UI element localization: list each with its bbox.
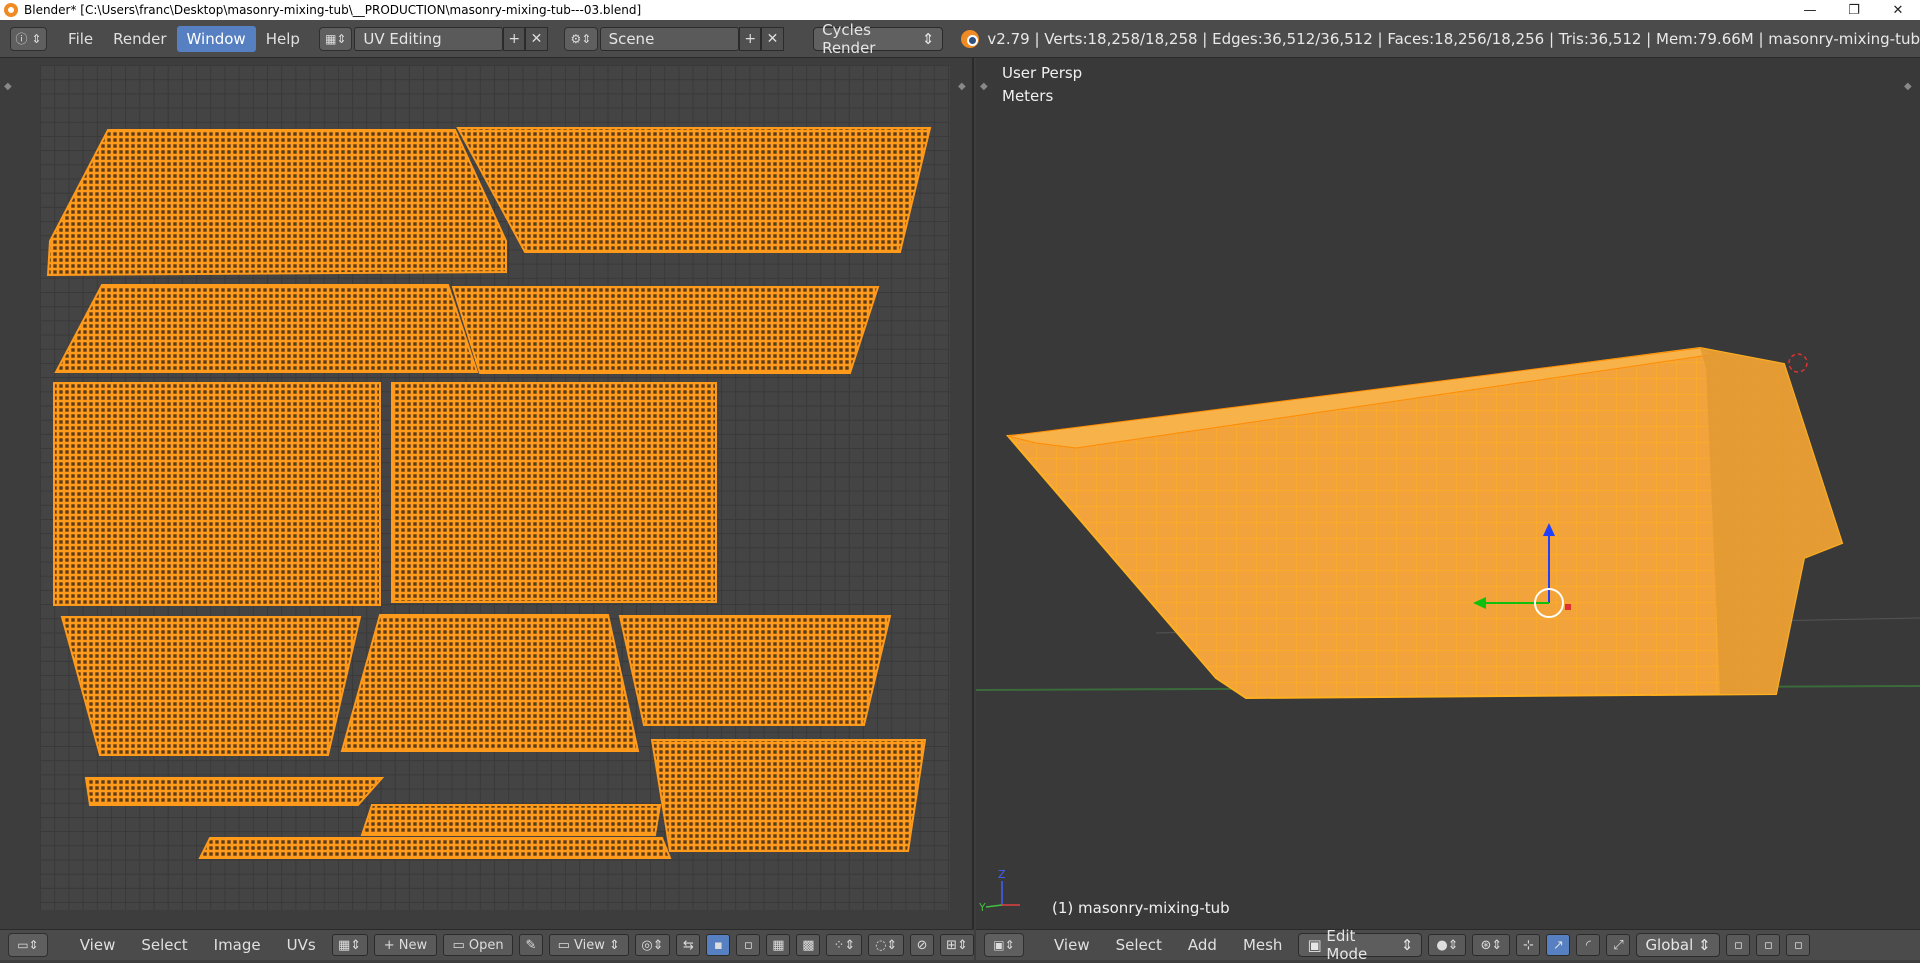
- stats-text: v2.79 | Verts:18,258/18,258 | Edges:36,5…: [987, 29, 1920, 48]
- interaction-mode-select[interactable]: ▣ Edit Mode ⇕: [1298, 927, 1423, 963]
- uv-menu-view[interactable]: View: [70, 936, 126, 954]
- window-titlebar: Blender* [C:\Users\franc\Desktop\masonry…: [0, 0, 1920, 20]
- uv-island: [650, 739, 927, 852]
- menu-window[interactable]: Window: [176, 25, 256, 52]
- region-toggle-icon[interactable]: ◆: [958, 82, 968, 92]
- uv-image-editor[interactable]: ◆ ◆: [0, 58, 974, 929]
- uv-island: [53, 382, 381, 606]
- uv-island: [60, 616, 362, 756]
- scale-manipulator-icon[interactable]: ⤢: [1606, 934, 1631, 956]
- window-title: Blender* [C:\Users\franc\Desktop\masonry…: [24, 3, 642, 17]
- vp-menu-select[interactable]: Select: [1106, 936, 1172, 954]
- viewport-scene: Z Y: [976, 346, 1920, 914]
- blender-logo-icon: [961, 29, 980, 48]
- uv-editor-header: ▭⇕ View Select Image UVs ▦⇕ + New ▭ Open…: [0, 929, 974, 960]
- uv-island: [360, 804, 662, 836]
- edge-select-icon[interactable]: ▫: [736, 934, 761, 956]
- translate-manipulator-icon[interactable]: ↗: [1546, 934, 1571, 956]
- uv-menu-select[interactable]: Select: [131, 936, 197, 954]
- menu-render[interactable]: Render: [103, 26, 176, 52]
- pivot-icon[interactable]: ◎⇕: [634, 934, 671, 956]
- menu-help[interactable]: Help: [256, 26, 310, 52]
- uv-island: [84, 777, 385, 806]
- new-image-button[interactable]: + New: [373, 934, 438, 956]
- uv-menu-uvs[interactable]: UVs: [277, 936, 326, 954]
- uv-island: [451, 286, 880, 374]
- sync-selection-icon[interactable]: ⇆: [676, 934, 701, 956]
- minimize-button[interactable]: —: [1788, 0, 1832, 20]
- viewport-header: ▣⇕ View Select Add Mesh ▣ Edit Mode ⇕ ●⇕…: [976, 927, 1920, 963]
- uv-grid[interactable]: [40, 65, 950, 910]
- editor-type-info-icon[interactable]: ⓘ ⇕: [10, 26, 47, 51]
- manipulator-toggle-icon[interactable]: ⊹: [1516, 934, 1541, 956]
- screen-layout-field[interactable]: UV Editing: [354, 26, 504, 51]
- uv-island: [198, 837, 672, 859]
- view-mode-select[interactable]: ▭ View ⇕: [548, 934, 629, 956]
- mesh-side: [1700, 348, 1842, 694]
- layer-1-icon[interactable]: ▫: [1726, 934, 1751, 956]
- scene-icon[interactable]: ⚙⇕: [564, 26, 598, 51]
- image-browse-icon[interactable]: ▦⇕: [331, 934, 368, 956]
- uv-island: [54, 284, 479, 373]
- 3d-cursor: [1788, 353, 1808, 373]
- vp-menu-view[interactable]: View: [1044, 936, 1100, 954]
- chevron-updown-icon: ⇕: [921, 29, 935, 48]
- uv-island: [340, 614, 640, 752]
- vp-menu-add[interactable]: Add: [1178, 936, 1227, 954]
- menu-file[interactable]: File: [58, 26, 103, 52]
- axis-y-line: [985, 904, 1003, 908]
- uv-island: [618, 615, 892, 726]
- 3d-viewport[interactable]: ◆ ◆ User Persp Meters Z Y (1) masonry-mi…: [976, 58, 1920, 929]
- axis-y-label: Y: [978, 901, 986, 914]
- render-engine-select[interactable]: Cycles Render ⇕: [813, 21, 944, 57]
- maximize-button[interactable]: ❐: [1832, 0, 1876, 20]
- transform-orientation-select[interactable]: Global ⇕: [1636, 933, 1721, 957]
- island-select-icon[interactable]: ▩: [796, 934, 821, 956]
- proportional-edit-icon[interactable]: ◌⇕: [868, 934, 905, 956]
- orientation-label: Global: [1645, 936, 1694, 954]
- face-select-icon[interactable]: ▦: [766, 934, 791, 956]
- vertex-select-icon[interactable]: ▪: [706, 934, 731, 956]
- remove-scene-icon[interactable]: ✕: [761, 26, 784, 51]
- uv-islands: [46, 127, 932, 859]
- new-image-label: New: [398, 937, 428, 953]
- add-layout-icon[interactable]: +: [503, 26, 526, 51]
- region-toggle-icon[interactable]: ◆: [4, 82, 14, 92]
- scene-field[interactable]: Scene: [599, 26, 740, 51]
- open-image-label: Open: [468, 937, 504, 953]
- axis-z-label: Z: [998, 868, 1006, 881]
- render-engine-label: Cycles Render: [822, 20, 876, 57]
- mode-label: Edit Mode: [1326, 927, 1368, 963]
- remove-layout-icon[interactable]: ✕: [525, 26, 548, 51]
- editor-type-image-icon[interactable]: ▭⇕: [8, 933, 48, 957]
- uv-menu-image[interactable]: Image: [204, 936, 271, 954]
- scene-stats: v2.79 | Verts:18,258/18,258 | Edges:36,5…: [961, 29, 1920, 48]
- rotate-manipulator-icon[interactable]: ◜: [1576, 934, 1601, 956]
- pin-icon[interactable]: ✎: [518, 934, 543, 956]
- uv-island: [456, 127, 932, 253]
- sticky-mode-icon[interactable]: ⁘⇕: [826, 934, 863, 956]
- layout-grid-icon[interactable]: ▦⇕: [319, 26, 353, 51]
- uv-island: [391, 382, 717, 603]
- uv-island: [46, 129, 507, 277]
- gizmo-x-handle: [1565, 604, 1571, 610]
- snap-target-icon[interactable]: ⊞⇕: [940, 934, 974, 956]
- close-button[interactable]: ✕: [1876, 0, 1920, 20]
- view-mode-label: View: [574, 937, 605, 953]
- active-object-label: (1) masonry-mixing-tub: [1052, 899, 1230, 917]
- pivot-point-icon[interactable]: ⊛⇕: [1472, 934, 1511, 956]
- edit-mode-icon: ▣: [1307, 936, 1327, 954]
- vp-menu-mesh[interactable]: Mesh: [1233, 936, 1293, 954]
- layer-2-icon[interactable]: ▫: [1756, 934, 1781, 956]
- layer-3-icon[interactable]: ▫: [1786, 934, 1811, 956]
- blender-app-icon: [4, 3, 18, 17]
- open-image-button[interactable]: ▭ Open: [443, 934, 513, 956]
- shading-mode-icon[interactable]: ●⇕: [1428, 934, 1467, 956]
- info-header: ⓘ ⇕ File Render Window Help ▦⇕ UV Editin…: [0, 20, 1920, 58]
- editor-type-3d-icon[interactable]: ▣⇕: [984, 933, 1024, 957]
- add-scene-icon[interactable]: +: [739, 26, 762, 51]
- snap-icon[interactable]: ⊘: [910, 934, 935, 956]
